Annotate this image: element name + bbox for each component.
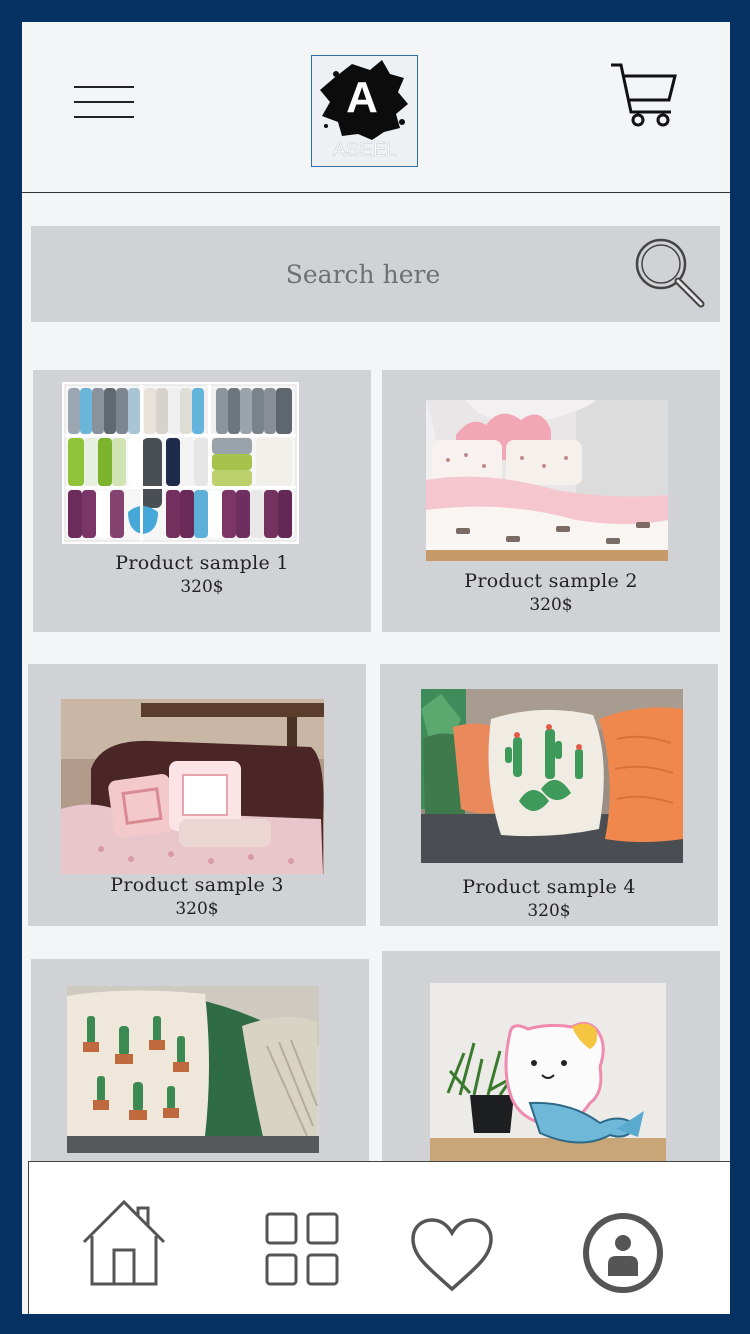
brand-logo[interactable]: A ASEEL: [311, 55, 418, 167]
product-price: 320$: [180, 577, 224, 597]
product-price: 320$: [529, 595, 573, 615]
product-title: Product sample 1: [115, 552, 289, 574]
search-bar[interactable]: Search here: [31, 226, 720, 322]
product-image: [421, 689, 683, 863]
app-screen: A ASEEL Search here Product sample 1 320…: [22, 22, 730, 1314]
product-image: [430, 983, 666, 1163]
product-image: [62, 382, 299, 544]
hamburger-menu-icon[interactable]: [74, 86, 134, 120]
product-price: 320$: [527, 901, 571, 921]
shopping-cart-icon[interactable]: [609, 60, 679, 130]
product-card[interactable]: Product sample 2 320$: [382, 370, 720, 632]
product-image: [426, 400, 668, 561]
product-card[interactable]: Product sample 4 320$: [380, 664, 718, 926]
product-title: Product sample 3: [110, 874, 284, 896]
product-image: [61, 699, 324, 874]
header: A ASEEL: [22, 22, 730, 193]
product-card[interactable]: Product sample 3 320$: [28, 664, 366, 926]
product-price: 320$: [175, 899, 219, 919]
product-title: Product sample 4: [462, 876, 636, 898]
profile-icon[interactable]: [582, 1212, 664, 1294]
bottom-navigation: [28, 1161, 730, 1314]
search-input[interactable]: Search here: [31, 226, 695, 322]
magnifier-icon[interactable]: [633, 236, 709, 312]
product-title: Product sample 2: [464, 570, 638, 592]
grid-icon[interactable]: [265, 1212, 339, 1286]
logo-text: ASEEL: [333, 139, 397, 161]
product-card[interactable]: Product sample 1 320$: [33, 370, 371, 632]
logo-letter: A: [346, 73, 378, 122]
heart-icon[interactable]: [410, 1217, 494, 1293]
home-icon[interactable]: [82, 1199, 166, 1286]
product-image: [67, 986, 319, 1153]
